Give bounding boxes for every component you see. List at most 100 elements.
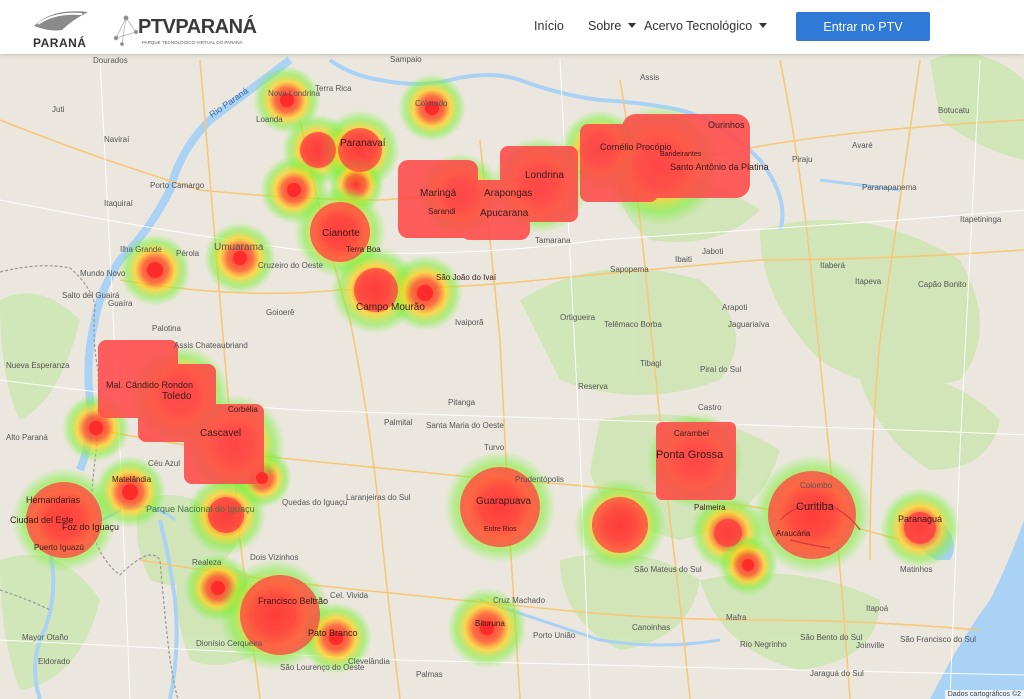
label-joinville: Joinville bbox=[856, 641, 885, 650]
label-palotina: Palotina bbox=[152, 324, 181, 333]
nav-sobre[interactable]: Sobre bbox=[588, 19, 637, 33]
parana-logo[interactable]: PARANÁ bbox=[30, 6, 92, 50]
label-ibaiti: Ibaiti bbox=[675, 255, 692, 264]
nav-acervo[interactable]: Acervo Tecnológico bbox=[644, 19, 768, 33]
label-novalondrina: Nova Londrina bbox=[268, 89, 321, 98]
label-reserva: Reserva bbox=[578, 382, 608, 391]
label-jaragua: Jaraguá do Sul bbox=[810, 669, 864, 678]
label-tamarana: Tamarana bbox=[535, 236, 571, 245]
label-franciscobeltrao: Francisco Beltrão bbox=[258, 596, 328, 606]
label-doisvizinhos: Dois Vizinhos bbox=[250, 553, 298, 562]
label-nueva: Nueva Esperanza bbox=[6, 361, 70, 370]
label-capaobonito: Capão Bonito bbox=[918, 280, 967, 289]
login-button[interactable]: Entrar no PTV bbox=[796, 12, 930, 41]
label-juti: Juti bbox=[52, 105, 65, 114]
label-ortigueira: Ortigueira bbox=[560, 313, 596, 322]
label-matelandia: Matelândia bbox=[112, 475, 152, 484]
label-mafra: Mafra bbox=[726, 613, 747, 622]
label-assischat: Assis Chateaubriand bbox=[174, 341, 248, 350]
label-entrerios: Entre Rios bbox=[484, 526, 517, 533]
site-header: PARANÁ PTVPARANÁ PARQUE TECNOLÓGICO VIRT… bbox=[0, 0, 1024, 54]
label-toledo: Toledo bbox=[162, 391, 192, 402]
map-attribution[interactable]: Dados cartográficos ©2 bbox=[944, 690, 1024, 699]
label-saomateus: São Mateus do Sul bbox=[634, 565, 702, 574]
label-ceuazul: Céu Azul bbox=[148, 459, 180, 468]
label-cruzeiro: Cruzeiro do Oeste bbox=[258, 261, 323, 270]
label-quedas: Quedas do Iguaçu bbox=[282, 498, 347, 507]
label-sampaio: Sampaio bbox=[390, 55, 422, 64]
label-jaboti: Jaboti bbox=[702, 247, 724, 256]
label-arapongas: Arapongas bbox=[484, 188, 532, 199]
label-navirai: Naviraí bbox=[104, 135, 130, 144]
label-eldorado: Eldorado bbox=[38, 657, 71, 666]
label-turvo: Turvo bbox=[484, 443, 505, 452]
label-pitanga: Pitanga bbox=[448, 398, 476, 407]
chevron-down-icon bbox=[759, 23, 768, 28]
label-castro: Castro bbox=[698, 403, 722, 412]
label-palmas: Palmas bbox=[416, 670, 443, 679]
label-telemaco: Telêmaco Borba bbox=[604, 320, 662, 329]
label-guarapuava: Guarapuava bbox=[476, 496, 531, 507]
label-corbelia: Corbélia bbox=[228, 405, 258, 414]
label-terrarica: Terra Rica bbox=[315, 84, 352, 93]
label-colombo: Colombo bbox=[800, 481, 833, 490]
label-piraju: Piraju bbox=[792, 155, 812, 164]
label-santoantonio: Santo Antônio da Platina bbox=[670, 162, 769, 172]
ptv-brand-ptv: PTV bbox=[138, 16, 176, 38]
parana-flag-icon bbox=[34, 11, 88, 31]
label-palmital: Palmital bbox=[384, 418, 413, 427]
label-celvivida: Cel. Vivida bbox=[330, 591, 369, 600]
label-carambei: Carambeí bbox=[674, 429, 710, 438]
nav-sobre-label: Sobre bbox=[588, 19, 622, 33]
label-saofrancisco: São Francisco do Sul bbox=[900, 635, 976, 644]
nav-inicio-label: Início bbox=[534, 19, 564, 33]
label-saolourenco: São Lourenço do Oeste bbox=[280, 663, 365, 672]
label-palmeira: Palmeira bbox=[694, 503, 726, 512]
label-paranavai: Paranavaí bbox=[340, 138, 386, 149]
chevron-down-icon bbox=[628, 23, 637, 28]
label-itapoa: Itapoá bbox=[866, 604, 889, 613]
ptv-parana-logo[interactable]: PTVPARANÁ PARQUE TECNOLÓGICO VIRTUAL DO … bbox=[112, 8, 257, 48]
label-mayorotano: Mayor Otaño bbox=[22, 633, 69, 642]
label-cruzmachado: Cruz Machado bbox=[493, 596, 546, 605]
label-puertoiguazu: Puerto Iguazú bbox=[34, 543, 84, 552]
label-ilhagrande: Ilha Grande bbox=[120, 245, 162, 254]
label-santamaria: Santa Maria do Oeste bbox=[426, 421, 504, 430]
label-ivaipora: Ivaiporã bbox=[455, 318, 484, 327]
parana-logo-text: PARANÁ bbox=[33, 36, 87, 50]
label-matinhos: Matinhos bbox=[900, 565, 932, 574]
label-bituruna: Bituruna bbox=[475, 619, 505, 628]
label-parquenacional: Parque Nacional do Iguaçu bbox=[146, 504, 255, 514]
label-ourinhos: Ourinhos bbox=[708, 120, 745, 130]
label-saobento: São Bento do Sul bbox=[800, 633, 862, 642]
label-paranagua: Paranaguá bbox=[898, 514, 942, 524]
label-dionisio: Dionísio Cerqueira bbox=[196, 639, 263, 648]
label-cianorte: Cianorte bbox=[322, 228, 360, 239]
label-perola: Pérola bbox=[176, 249, 200, 258]
label-sapopema: Sapopema bbox=[610, 265, 649, 274]
label-tibagi: Tibagi bbox=[640, 359, 662, 368]
label-realeza: Realeza bbox=[192, 558, 222, 567]
nav-inicio[interactable]: Início bbox=[534, 19, 564, 33]
label-malcandido: Mal. Cândido Rondon bbox=[106, 380, 193, 390]
label-botucatu: Botucatu bbox=[938, 106, 970, 115]
label-maringa: Maringá bbox=[420, 188, 457, 199]
label-canoinhas: Canoinhas bbox=[632, 623, 670, 632]
label-itabera: Itaberá bbox=[820, 261, 845, 270]
label-pontagrossa: Ponta Grossa bbox=[656, 449, 724, 461]
label-goioere: Goioerê bbox=[266, 308, 295, 317]
label-itapetininga: Itapetininga bbox=[960, 215, 1002, 224]
heatmap-map[interactable]: Dourados Sampaio Assis Botucatu Terra Ri… bbox=[0, 0, 1024, 699]
nav-acervo-label: Acervo Tecnológico bbox=[644, 19, 753, 33]
label-araucaria: Araucária bbox=[776, 529, 811, 538]
heat-block-cascavel bbox=[184, 404, 264, 484]
label-colorado: Colorado bbox=[415, 99, 448, 108]
label-paranapanema: Paranapanema bbox=[862, 183, 917, 192]
label-assis: Assis bbox=[640, 73, 659, 82]
label-guaira: Guaíra bbox=[108, 299, 133, 308]
label-itaquirai: Itaquiraí bbox=[104, 199, 134, 208]
label-apucarana: Apucarana bbox=[480, 208, 529, 219]
ptv-brand: PTVPARANÁ bbox=[138, 16, 257, 39]
label-saltoleste: Salto del Guairá bbox=[62, 291, 120, 300]
label-dourados: Dourados bbox=[93, 56, 128, 65]
